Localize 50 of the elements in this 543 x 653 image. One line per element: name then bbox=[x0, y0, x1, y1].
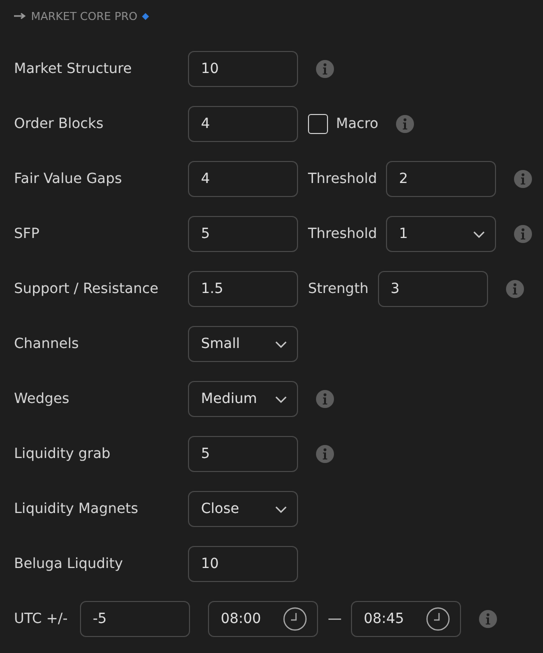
info-icon bbox=[514, 170, 532, 188]
input-field[interactable]: 3 bbox=[378, 271, 488, 307]
dropdown[interactable]: Small bbox=[188, 326, 298, 362]
chevron-down-icon bbox=[275, 340, 287, 348]
chevron-down-icon bbox=[275, 506, 287, 512]
field-label: Threshold bbox=[308, 226, 377, 242]
input-field[interactable]: 4 bbox=[188, 161, 298, 197]
dropdown[interactable]: Medium bbox=[188, 381, 298, 417]
clock-icon bbox=[426, 607, 450, 631]
checkbox-label: Macro bbox=[336, 116, 378, 132]
field-label: Strength bbox=[308, 281, 369, 297]
field-label: Threshold bbox=[308, 171, 377, 187]
input-field[interactable]: 10 bbox=[188, 51, 298, 87]
input-field[interactable]: 5 bbox=[188, 436, 298, 472]
arrow-icon bbox=[14, 12, 26, 20]
field-label: Wedges bbox=[14, 391, 70, 407]
input-field[interactable]: 2 bbox=[386, 161, 496, 197]
input-field[interactable]: 1.5 bbox=[188, 271, 298, 307]
info-icon bbox=[316, 445, 334, 463]
checkbox[interactable] bbox=[308, 114, 328, 134]
info-icon bbox=[514, 225, 532, 243]
field-label: Order Blocks bbox=[14, 116, 104, 132]
chevron-down-icon bbox=[473, 230, 485, 238]
input-field[interactable]: 4 bbox=[188, 106, 298, 142]
input-field[interactable]: -5 bbox=[80, 601, 190, 637]
info-icon bbox=[316, 390, 334, 408]
field-label: Fair Value Gaps bbox=[14, 171, 123, 187]
field-label: UTC +/- bbox=[14, 611, 68, 627]
info-icon bbox=[478, 610, 497, 628]
time-field[interactable]: 08:45 bbox=[350, 601, 461, 637]
dropdown[interactable]: 1 bbox=[386, 216, 496, 252]
field-label: SFP bbox=[14, 226, 40, 242]
clock-icon bbox=[282, 607, 307, 631]
diamond-icon bbox=[142, 12, 150, 20]
field-label: Market Structure bbox=[14, 61, 133, 77]
time-field[interactable]: 08:00 bbox=[208, 601, 318, 637]
field-label: Liquidity Magnets bbox=[14, 501, 140, 517]
chevron-down-icon bbox=[275, 396, 287, 402]
info-icon bbox=[396, 115, 414, 133]
input-field[interactable]: 5 bbox=[188, 216, 298, 252]
dropdown[interactable]: Close bbox=[188, 491, 298, 527]
field-label: Channels bbox=[14, 336, 80, 352]
input-field[interactable]: 10 bbox=[188, 546, 298, 582]
section-title: MARKET CORE PRO bbox=[31, 10, 138, 22]
field-label: Liquidity grab bbox=[14, 446, 112, 462]
field-label: Beluga Liqudity bbox=[14, 556, 124, 572]
field-label: Support / Resistance bbox=[14, 281, 160, 297]
info-icon bbox=[316, 60, 334, 78]
field-label: — bbox=[328, 611, 342, 627]
info-icon bbox=[506, 280, 524, 298]
